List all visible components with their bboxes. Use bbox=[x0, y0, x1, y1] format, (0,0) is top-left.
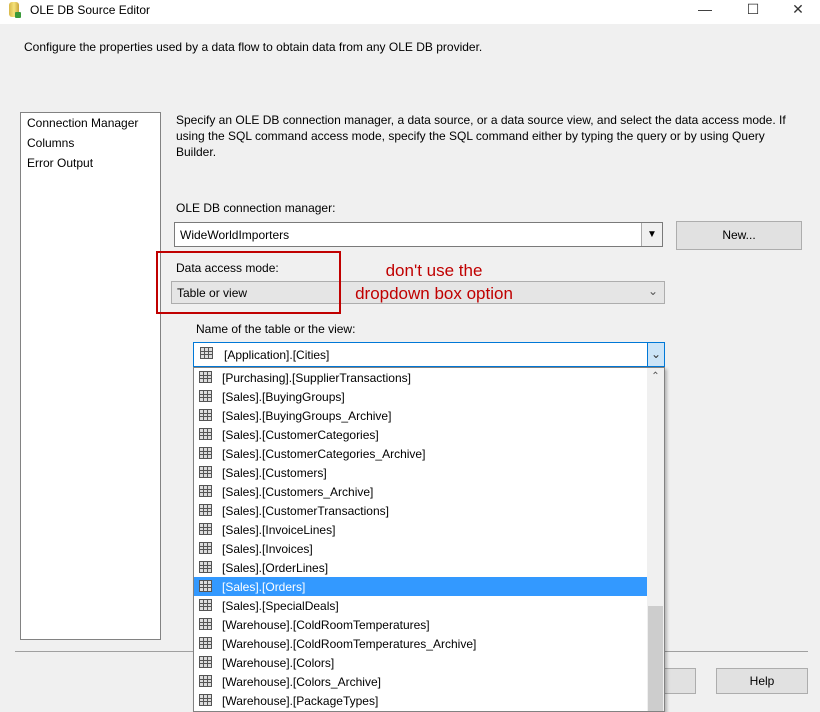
connection-manager-value: WideWorldImporters bbox=[180, 228, 290, 242]
list-item[interactable]: [Sales].[BuyingGroups_Archive] bbox=[194, 406, 648, 425]
connection-manager-label: OLE DB connection manager: bbox=[176, 201, 336, 215]
table-icon bbox=[199, 504, 212, 516]
list-item[interactable]: [Sales].[Orders] bbox=[194, 577, 648, 596]
annotation-note: don't use the dropdown box option bbox=[344, 259, 524, 305]
list-item[interactable]: [Warehouse].[ColdRoomTemperatures] bbox=[194, 615, 648, 634]
nav-item-columns[interactable]: Columns bbox=[27, 136, 74, 150]
table-icon bbox=[199, 694, 212, 706]
table-icon bbox=[200, 347, 213, 359]
table-icon bbox=[199, 580, 212, 592]
table-icon bbox=[199, 599, 212, 611]
table-icon bbox=[199, 561, 212, 573]
connection-manager-select[interactable]: WideWorldImporters ▼ bbox=[174, 222, 663, 247]
table-icon bbox=[199, 390, 212, 402]
annotation-highlight-box bbox=[156, 251, 341, 314]
list-item[interactable]: [Warehouse].[Colors_Archive] bbox=[194, 672, 648, 691]
chevron-down-icon: ⌄ bbox=[647, 284, 658, 298]
table-icon bbox=[199, 447, 212, 459]
list-item-label: [Sales].[BuyingGroups] bbox=[222, 390, 345, 404]
scrollbar[interactable]: ⌃ bbox=[647, 368, 664, 711]
table-icon bbox=[199, 618, 212, 630]
list-item-label: [Sales].[Invoices] bbox=[222, 542, 313, 556]
instructions: Specify an OLE DB connection manager, a … bbox=[176, 113, 786, 159]
dropdown-arrow-icon[interactable]: ▼ bbox=[641, 223, 662, 246]
table-icon bbox=[199, 675, 212, 687]
list-item[interactable]: [Sales].[CustomerCategories_Archive] bbox=[194, 444, 648, 463]
table-icon bbox=[199, 485, 212, 497]
list-item[interactable]: [Sales].[CustomerTransactions] bbox=[194, 501, 648, 520]
list-item[interactable]: [Sales].[InvoiceLines] bbox=[194, 520, 648, 539]
annotation-line-1: don't use the bbox=[385, 261, 483, 280]
scroll-up-icon[interactable]: ⌃ bbox=[647, 368, 664, 385]
table-name-value: [Application].[Cities] bbox=[224, 348, 330, 362]
list-item-label: [Sales].[CustomerTransactions] bbox=[222, 504, 389, 518]
table-icon bbox=[199, 409, 212, 421]
list-item[interactable]: [Sales].[Customers_Archive] bbox=[194, 482, 648, 501]
table-icon bbox=[199, 428, 212, 440]
list-item[interactable]: [Purchasing].[SupplierTransactions] bbox=[194, 368, 648, 387]
list-item-label: [Sales].[Customers_Archive] bbox=[222, 485, 374, 499]
list-item-label: [Warehouse].[ColdRoomTemperatures] bbox=[222, 618, 430, 632]
new-connection-button[interactable]: New... bbox=[676, 221, 802, 250]
table-icon bbox=[199, 656, 212, 668]
list-item-label: [Sales].[CustomerCategories] bbox=[222, 428, 379, 442]
list-item[interactable]: [Warehouse].[ColdRoomTemperatures_Archiv… bbox=[194, 634, 648, 653]
title-bar: OLE DB Source Editor — ☐ ✕ bbox=[0, 0, 820, 24]
list-item-label: [Sales].[Orders] bbox=[222, 580, 306, 594]
table-icon bbox=[199, 542, 212, 554]
list-item[interactable]: [Sales].[CustomerCategories] bbox=[194, 425, 648, 444]
app-icon bbox=[9, 2, 21, 18]
list-item-label: [Warehouse].[PackageTypes] bbox=[222, 694, 379, 708]
table-icon bbox=[199, 466, 212, 478]
window-title: OLE DB Source Editor bbox=[30, 3, 151, 17]
minimize-button[interactable]: — bbox=[682, 0, 728, 24]
chevron-down-icon[interactable]: ⌄ bbox=[647, 343, 664, 366]
list-item-label: [Sales].[BuyingGroups_Archive] bbox=[222, 409, 392, 423]
dialog-description: Configure the properties used by a data … bbox=[24, 40, 483, 54]
table-name-select[interactable]: [Application].[Cities] ⌄ bbox=[193, 342, 665, 367]
list-item[interactable]: [Sales].[SpecialDeals] bbox=[194, 596, 648, 615]
list-item[interactable]: [Sales].[BuyingGroups] bbox=[194, 387, 648, 406]
close-button[interactable]: ✕ bbox=[775, 0, 820, 24]
table-icon bbox=[199, 523, 212, 535]
list-item-label: [Warehouse].[Colors] bbox=[222, 656, 335, 670]
nav-item-connection-manager[interactable]: Connection Manager bbox=[27, 116, 138, 130]
nav-item-error-output[interactable]: Error Output bbox=[27, 156, 93, 170]
list-item[interactable]: [Sales].[OrderLines] bbox=[194, 558, 648, 577]
table-icon bbox=[199, 371, 212, 383]
list-item-label: [Sales].[InvoiceLines] bbox=[222, 523, 336, 537]
list-item-label: [Sales].[SpecialDeals] bbox=[222, 599, 339, 613]
table-name-label: Name of the table or the view: bbox=[196, 322, 356, 336]
list-item-label: [Warehouse].[ColdRoomTemperatures_Archiv… bbox=[222, 637, 477, 651]
annotation-line-2: dropdown box option bbox=[355, 284, 513, 303]
help-button[interactable]: Help bbox=[716, 668, 808, 694]
scrollbar-thumb[interactable] bbox=[648, 606, 663, 711]
list-item-label: [Sales].[Customers] bbox=[222, 466, 327, 480]
list-item[interactable]: [Sales].[Invoices] bbox=[194, 539, 648, 558]
nav-pane: Connection Manager Columns Error Output bbox=[20, 112, 161, 640]
list-item-label: [Sales].[CustomerCategories_Archive] bbox=[222, 447, 426, 461]
table-icon bbox=[199, 637, 212, 649]
list-item-label: [Sales].[OrderLines] bbox=[222, 561, 329, 575]
list-item-label: [Warehouse].[Colors_Archive] bbox=[222, 675, 381, 689]
maximize-button[interactable]: ☐ bbox=[730, 0, 776, 24]
list-item[interactable]: [Warehouse].[PackageTypes] bbox=[194, 691, 648, 710]
table-dropdown-list[interactable]: [Purchasing].[SupplierTransactions] [Sale… bbox=[193, 367, 665, 712]
list-item-label: [Purchasing].[SupplierTransactions] bbox=[222, 371, 411, 385]
list-item[interactable]: [Sales].[Customers] bbox=[194, 463, 648, 482]
list-item[interactable]: [Warehouse].[Colors] bbox=[194, 653, 648, 672]
